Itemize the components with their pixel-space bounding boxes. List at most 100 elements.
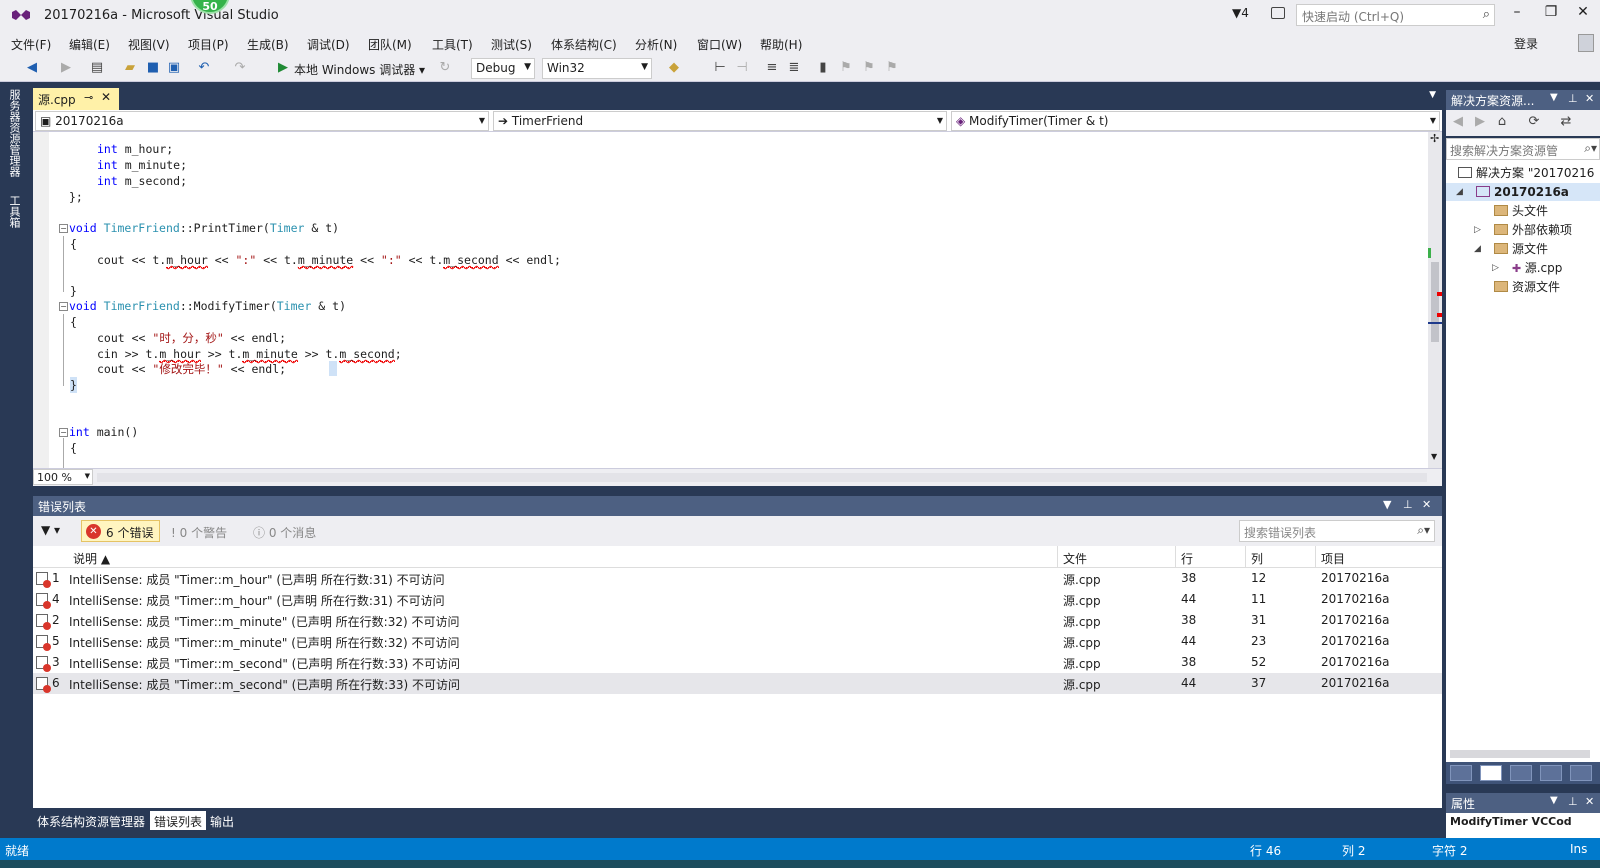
warnings-toggle[interactable]: ! 0 个警告 [171, 524, 227, 541]
bookmark-icon[interactable]: ▮ [815, 60, 831, 76]
comment-icon[interactable]: ⊢ [712, 60, 728, 76]
menu-debug[interactable]: 调试(D) [307, 36, 350, 53]
table-row[interactable]: 5 IntelliSense: 成员 "Timer::m_minute" (已声… [33, 631, 1442, 652]
column-column[interactable]: 列 [1251, 550, 1263, 567]
table-row[interactable]: 4 IntelliSense: 成员 "Timer::m_hour" (已声明 … [33, 589, 1442, 610]
redo-icon[interactable]: ↷ [232, 60, 248, 76]
properties-object-select[interactable]: ModifyTimer VCCod [1446, 813, 1600, 838]
column-line[interactable]: 行 [1181, 550, 1193, 567]
property-manager-tab-icon[interactable] [1540, 765, 1562, 781]
menu-build[interactable]: 生成(B) [247, 36, 289, 53]
error-list-search-input[interactable]: 搜索错误列表 ⌕▾ [1239, 520, 1435, 542]
new-project-icon[interactable]: ▤ [89, 60, 105, 76]
code-editor[interactable]: int m_hour; int m_minute; int m_second; … [33, 132, 1428, 468]
tree-item-external-deps[interactable]: ▷ 外部依赖项 [1474, 221, 1572, 239]
prev-bookmark-icon[interactable]: ⚑ [838, 60, 854, 76]
find-in-files-icon[interactable]: ◆ [666, 60, 682, 76]
tree-item-sources[interactable]: ◢ 源文件 [1474, 240, 1548, 258]
zoom-select[interactable]: 100 % ▼ [33, 469, 93, 485]
table-row[interactable]: 2 IntelliSense: 成员 "Timer::m_minute" (已声… [33, 610, 1442, 631]
tree-item-headers[interactable]: 头文件 [1494, 202, 1548, 220]
clear-bookmarks-icon[interactable]: ⚑ [884, 60, 900, 76]
column-project[interactable]: 项目 [1321, 550, 1345, 567]
undo-icon[interactable]: ↶ [196, 60, 212, 76]
tree-item-source-cpp[interactable]: ▷ ✚ 源.cpp [1492, 259, 1562, 277]
editor-vertical-scrollbar[interactable]: ✢ ▼ [1428, 132, 1442, 468]
toolbox-tab[interactable]: 工具箱 [8, 195, 22, 228]
menu-window[interactable]: 窗口(W) [697, 36, 742, 53]
menu-help[interactable]: 帮助(H) [760, 36, 802, 53]
solution-search-input[interactable]: 搜索解决方案资源管 ⌕▾ [1446, 138, 1600, 160]
class-view-tab-icon[interactable] [1480, 765, 1502, 781]
errors-toggle[interactable]: ✕ 6 个错误 [81, 520, 161, 542]
class-select[interactable]: ➔ TimerFriend ▼ [493, 111, 947, 131]
member-select[interactable]: ◈ ModifyTimer(Timer & t) ▼ [951, 111, 1440, 131]
restore-button[interactable]: ❐ [1536, 4, 1566, 26]
scrollbar-thumb[interactable] [1431, 262, 1439, 342]
forward-icon[interactable]: ▶ [58, 60, 74, 76]
column-file[interactable]: 文件 [1063, 550, 1087, 567]
close-icon[interactable]: ✕ [1585, 795, 1594, 808]
column-description[interactable]: 说明 ▲ [73, 550, 110, 567]
indent-icon[interactable]: ≡ [764, 60, 780, 76]
table-row[interactable]: 6 IntelliSense: 成员 "Timer::m_second" (已声… [33, 673, 1442, 694]
collapsed-icon[interactable]: ▷ [1492, 259, 1499, 277]
platform-select[interactable]: Win32 ▼ [542, 58, 652, 79]
pin-icon[interactable]: ⊥ [1568, 92, 1578, 105]
menu-file[interactable]: 文件(F) [11, 36, 51, 53]
project-scope-select[interactable]: ▣ 20170216a ▼ [35, 111, 489, 131]
chevron-down-icon[interactable]: ▼ [1550, 92, 1558, 103]
menu-analyze[interactable]: 分析(N) [635, 36, 677, 53]
quick-launch-input[interactable]: 快速启动 (Ctrl+Q) ⌕ [1296, 4, 1495, 26]
pin-icon[interactable]: ⊸ [84, 91, 93, 104]
horizontal-scrollbar[interactable] [97, 473, 1427, 482]
wrench-icon[interactable] [1570, 765, 1592, 781]
minimize-button[interactable]: – [1502, 4, 1532, 26]
feedback-icon[interactable] [1271, 7, 1285, 19]
account-icon[interactable] [1578, 34, 1594, 52]
horizontal-scrollbar[interactable] [1450, 750, 1590, 758]
tab-architecture-explorer[interactable]: 体系结构资源管理器 [33, 811, 149, 830]
solution-explorer-tab-icon[interactable] [1450, 765, 1472, 781]
tab-output[interactable]: 输出 [206, 811, 238, 830]
menu-project[interactable]: 项目(P) [188, 36, 229, 53]
save-icon[interactable]: ■ [145, 60, 161, 76]
close-icon[interactable]: ✕ [1585, 92, 1594, 105]
close-button[interactable]: ✕ [1568, 4, 1598, 26]
open-file-icon[interactable]: ▰ [122, 60, 138, 76]
table-row[interactable]: 3 IntelliSense: 成员 "Timer::m_second" (已声… [33, 652, 1442, 673]
close-icon[interactable]: ✕ [1422, 498, 1431, 511]
next-bookmark-icon[interactable]: ⚑ [861, 60, 877, 76]
collapse-icon[interactable]: − [59, 302, 68, 311]
forward-icon[interactable]: ▶ [1472, 114, 1488, 130]
start-debugger-button[interactable]: 本地 Windows 调试器 ▾ [294, 61, 425, 78]
menu-edit[interactable]: 编辑(E) [69, 36, 110, 53]
notifications-button[interactable]: ▼4 [1232, 6, 1249, 20]
sync-icon[interactable]: ⟳ [1526, 114, 1542, 130]
save-all-icon[interactable]: ▣ [166, 60, 182, 76]
refresh-icon[interactable]: ⇄ [1558, 114, 1574, 130]
pin-icon[interactable]: ⊥ [1568, 795, 1578, 808]
close-icon[interactable]: ✕ [101, 90, 111, 104]
start-debugging-icon[interactable]: ▶ [278, 60, 288, 75]
chevron-down-icon[interactable]: ▼ [1429, 90, 1436, 100]
team-explorer-tab-icon[interactable] [1510, 765, 1532, 781]
chevron-down-icon[interactable]: ▼ [1550, 795, 1558, 806]
refresh-icon[interactable]: ↻ [437, 60, 453, 76]
tab-source-cpp[interactable]: 源.cpp ⊸ ✕ [33, 88, 119, 110]
scroll-down-icon[interactable]: ▼ [1431, 452, 1437, 461]
uncomment-icon[interactable]: ⊣ [734, 60, 750, 76]
tree-item-solution[interactable]: 解决方案 "20170216 [1458, 164, 1594, 182]
collapse-icon[interactable]: − [59, 224, 68, 233]
tree-item-resources[interactable]: 资源文件 [1494, 278, 1560, 296]
collapsed-icon[interactable]: ▷ [1474, 221, 1481, 239]
split-icon[interactable]: ✢ [1430, 132, 1439, 145]
menu-view[interactable]: 视图(V) [128, 36, 170, 53]
pin-icon[interactable]: ⊥ [1403, 498, 1413, 511]
home-icon[interactable]: ⌂ [1494, 114, 1510, 130]
menu-tools[interactable]: 工具(T) [432, 36, 473, 53]
server-explorer-tab[interactable]: 服务器资源管理器 [8, 89, 22, 177]
tab-error-list[interactable]: 错误列表 [150, 811, 207, 830]
tree-item-project[interactable]: ◢ 20170216a [1446, 183, 1600, 201]
configuration-select[interactable]: Debug ▼ [471, 58, 535, 79]
